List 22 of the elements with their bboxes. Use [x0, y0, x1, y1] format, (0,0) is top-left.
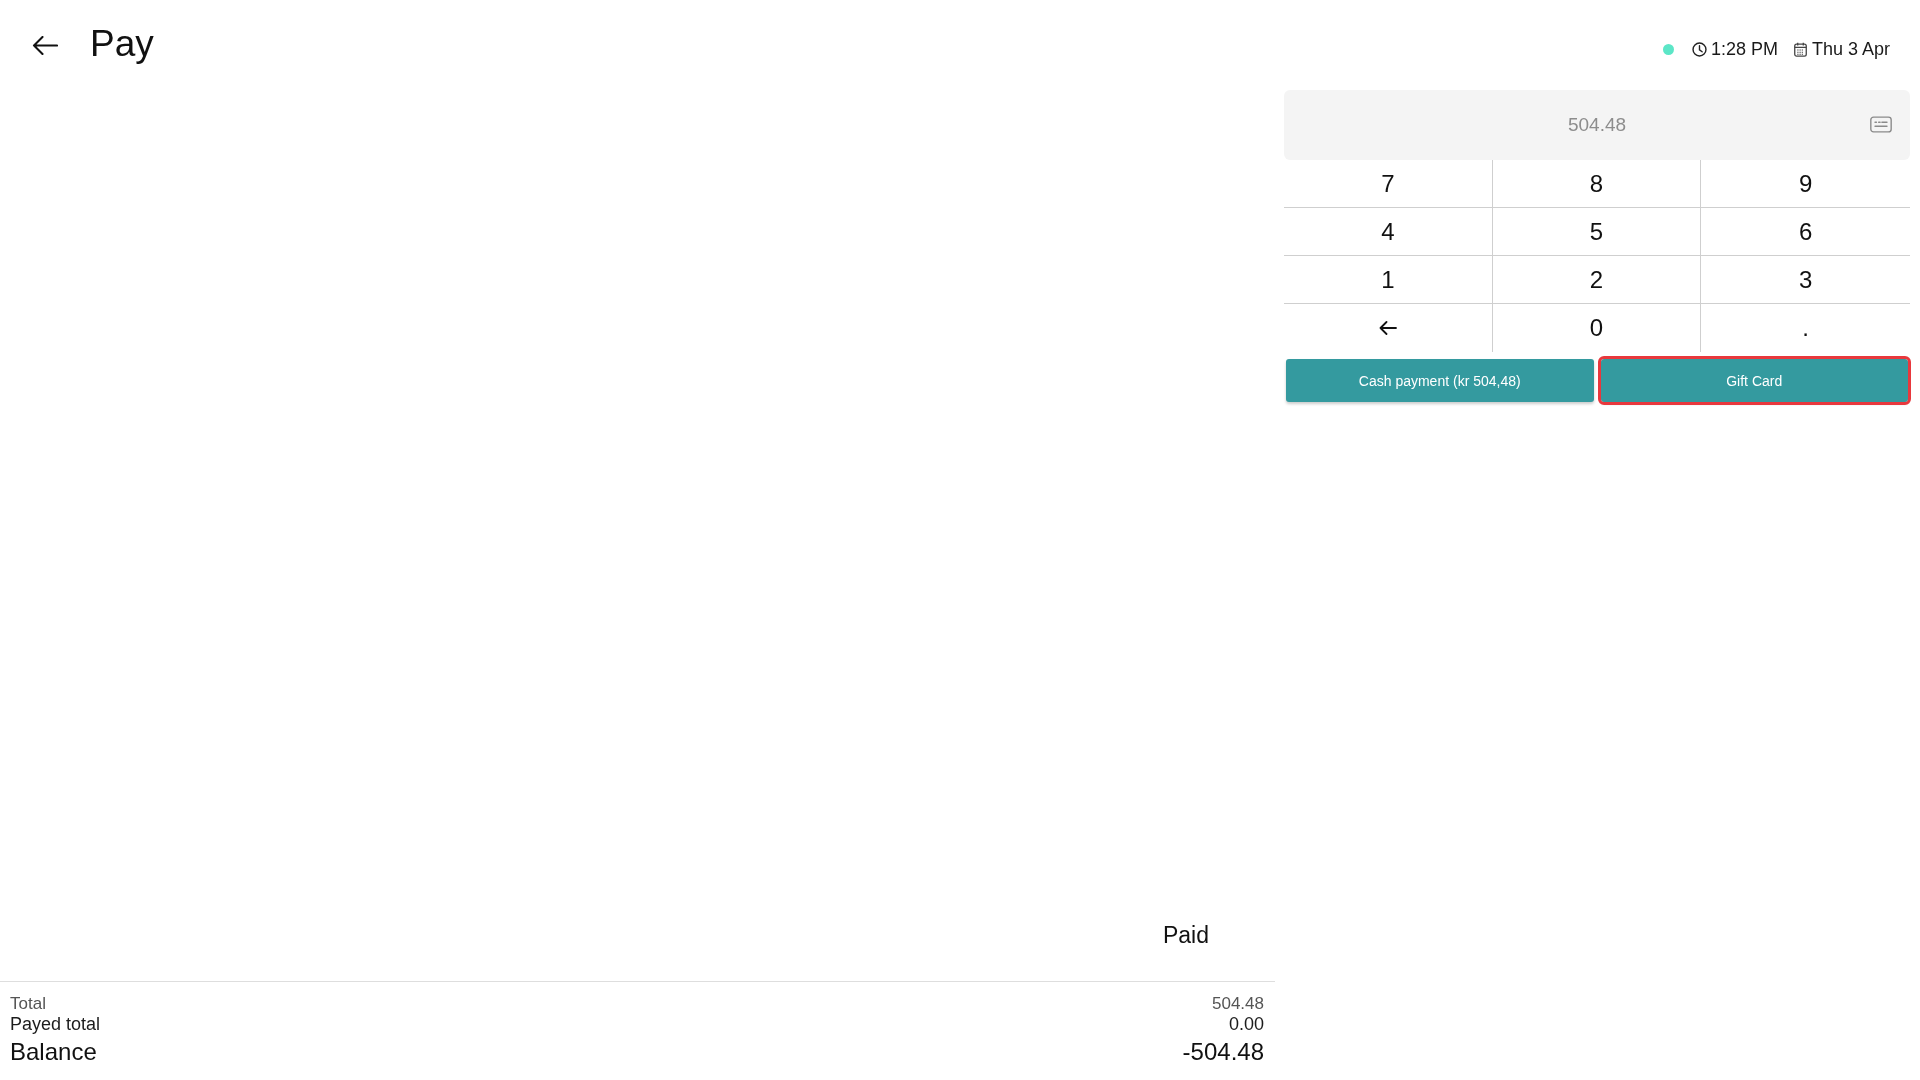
date-text: Thu 3 Apr [1811, 38, 1890, 60]
calendar-icon [1793, 41, 1807, 57]
back-arrow-icon [32, 35, 58, 55]
summary-value: 0.00 [1228, 1014, 1264, 1034]
amount-field[interactable]: 504.48 [1284, 90, 1910, 160]
left-arrow-icon [1378, 321, 1397, 335]
summary-value: -504.48 [1182, 1037, 1264, 1067]
keyboard-icon[interactable] [1870, 116, 1892, 133]
clock-icon [1691, 41, 1707, 57]
time-text: 1:28 PM [1710, 38, 1778, 60]
paid-heading: Paid [1162, 922, 1209, 949]
summary-label: Balance [10, 1037, 97, 1067]
keypad-key[interactable]: 5 [1492, 208, 1702, 256]
keypad-key[interactable]: 7 [1284, 160, 1493, 208]
keypad-key[interactable]: 8 [1492, 160, 1702, 208]
keypad-key[interactable]: 1 [1284, 256, 1493, 304]
page-title: Pay [90, 22, 154, 66]
summary-value: 504.48 [1212, 994, 1264, 1014]
keypad-key[interactable]: 2 [1492, 256, 1702, 304]
keypad-key[interactable]: 4 [1284, 208, 1493, 256]
summary-label: Payed total [10, 1014, 101, 1034]
summary-label: Total [10, 994, 46, 1014]
